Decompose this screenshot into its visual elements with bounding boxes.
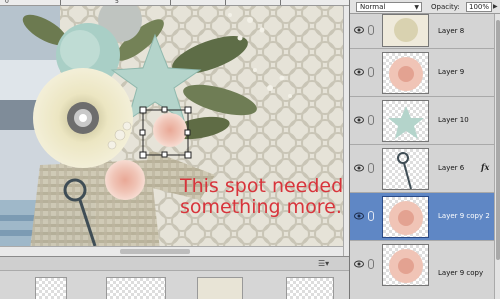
chevron-right-icon[interactable]: ▶ bbox=[493, 3, 498, 10]
layer-row[interactable]: Layer 9 copy bbox=[350, 241, 500, 299]
layer-thumbnail bbox=[382, 196, 429, 238]
canvas-horizontal-scroll-thumb[interactable] bbox=[120, 249, 190, 254]
layer-name: Layer 9 copy 2 bbox=[438, 212, 490, 220]
layers-panel-scroll-thumb[interactable] bbox=[496, 20, 500, 260]
fx-icon[interactable]: fx bbox=[481, 162, 489, 172]
visibility-eye-icon[interactable] bbox=[354, 164, 364, 172]
photo-bin: ☰▾ bbox=[0, 256, 349, 299]
layer-row[interactable]: Layer 8 bbox=[350, 14, 500, 49]
blend-mode-dropdown[interactable]: Normal ▼ bbox=[356, 2, 422, 12]
layer-thumbnail bbox=[382, 100, 429, 142]
bin-thumbnail[interactable] bbox=[286, 277, 334, 299]
opacity-label: Opacity: bbox=[431, 3, 460, 11]
ruler-label: 0 bbox=[5, 0, 9, 5]
visibility-eye-icon[interactable] bbox=[354, 260, 364, 268]
link-icon bbox=[368, 25, 374, 35]
bin-thumbnail[interactable] bbox=[35, 277, 67, 299]
layers-panel: Normal ▼ Opacity: 100% ▶ Layer 8 Layer 9 bbox=[349, 0, 500, 299]
layer-name: Layer 10 bbox=[438, 116, 469, 124]
layer-row[interactable]: Layer 6 fx bbox=[350, 145, 500, 193]
annotation-text-line-2: something more. bbox=[180, 196, 342, 218]
opacity-field[interactable]: 100% bbox=[466, 2, 492, 12]
bin-thumbnail[interactable] bbox=[197, 277, 243, 299]
link-icon bbox=[368, 163, 374, 173]
canvas-horizontal-scrollbar[interactable] bbox=[0, 246, 343, 256]
visibility-eye-icon[interactable] bbox=[354, 68, 364, 76]
layer-name: Layer 8 bbox=[438, 27, 465, 35]
blend-mode-value: Normal bbox=[360, 3, 386, 11]
annotation-text-line-1: This spot needed bbox=[180, 175, 344, 197]
visibility-eye-icon[interactable] bbox=[354, 26, 364, 34]
photoshop-elements-workspace: 0 5 This spot needed something more. ☰▾ … bbox=[0, 0, 500, 299]
layers-panel-scrollbar[interactable] bbox=[494, 14, 500, 299]
bin-menu-icon[interactable]: ☰▾ bbox=[318, 259, 329, 268]
photo-bin-toolbar: ☰▾ bbox=[0, 257, 349, 271]
layer-row[interactable]: Layer 9 bbox=[350, 49, 500, 97]
layer-thumbnail bbox=[382, 52, 429, 94]
link-icon bbox=[368, 115, 374, 125]
horizontal-ruler: 0 5 bbox=[0, 0, 349, 6]
layer-thumbnail bbox=[382, 244, 429, 286]
layer-thumbnail bbox=[382, 148, 429, 190]
ruler-label: 5 bbox=[115, 0, 119, 5]
bin-thumbnail[interactable] bbox=[106, 277, 166, 299]
link-icon bbox=[368, 67, 374, 77]
visibility-eye-icon[interactable] bbox=[354, 116, 364, 124]
visibility-eye-icon[interactable] bbox=[354, 212, 364, 220]
link-icon bbox=[368, 211, 374, 221]
chevron-down-icon: ▼ bbox=[414, 4, 419, 11]
layer-name: Layer 9 copy bbox=[438, 269, 484, 277]
link-icon bbox=[368, 259, 374, 269]
layer-name: Layer 9 bbox=[438, 68, 465, 76]
document-canvas[interactable]: 0 5 This spot needed something more. bbox=[0, 0, 349, 256]
layers-panel-options: Normal ▼ Opacity: 100% ▶ bbox=[350, 0, 500, 14]
layer-row-selected[interactable]: Layer 9 copy 2 bbox=[350, 193, 500, 241]
layer-row[interactable]: Layer 10 bbox=[350, 97, 500, 145]
layer-name: Layer 6 bbox=[438, 164, 465, 172]
layer-thumbnail bbox=[382, 14, 429, 47]
